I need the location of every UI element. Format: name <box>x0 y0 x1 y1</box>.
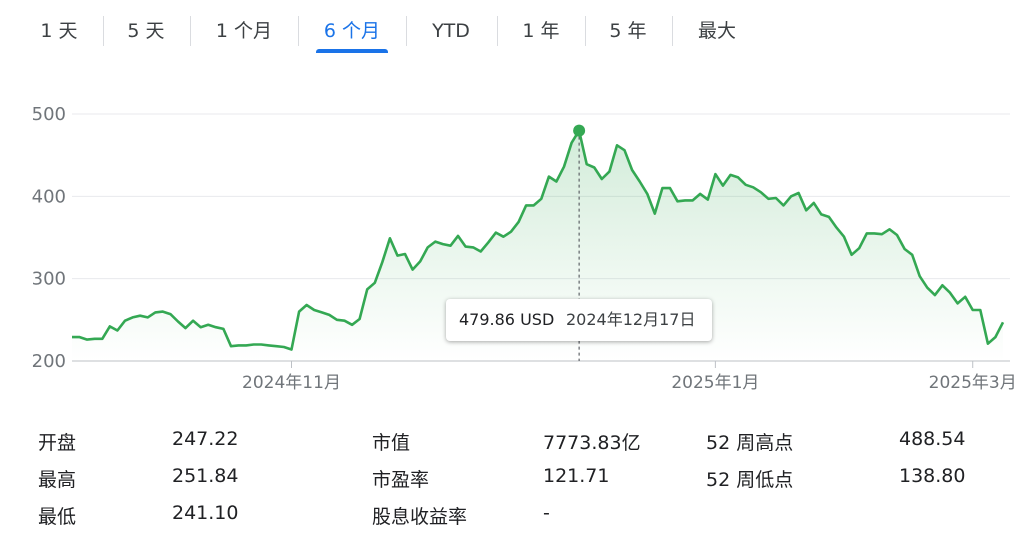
stat-52wk-low-label: 52 周低点 <box>706 469 794 491</box>
stat-market-cap-label: 市值 <box>372 432 411 454</box>
stat-dividend-yield-value: - <box>543 502 550 524</box>
tooltip-date: 2024年12月17日 <box>566 310 696 329</box>
tab-ytd[interactable]: YTD <box>420 0 482 52</box>
stats-row: 开盘 247.22 市值 7773.83亿 52 周高点 488.54 <box>0 428 1033 464</box>
stat-low-value: 241.10 <box>172 502 239 524</box>
y-axis-ticks: 200 300 400 500 <box>32 104 66 372</box>
tab-separator <box>298 16 299 46</box>
x-tick-label: 2025年3月 <box>929 373 1017 393</box>
tab-separator <box>103 16 104 46</box>
tab-max[interactable]: 最大 <box>688 0 746 52</box>
stat-low-label: 最低 <box>38 506 77 528</box>
y-tick-label: 300 <box>32 269 66 290</box>
stat-open-label: 开盘 <box>38 432 77 454</box>
tab-separator <box>497 16 498 46</box>
stat-market-cap-value: 7773.83亿 <box>543 432 641 454</box>
x-tick-label: 2025年1月 <box>671 373 759 393</box>
tab-separator <box>672 16 673 46</box>
stat-open-value: 247.22 <box>172 428 239 450</box>
y-tick-label: 500 <box>32 104 66 125</box>
stat-pe-value: 121.71 <box>543 465 610 487</box>
tab-1-year[interactable]: 1 年 <box>512 0 570 52</box>
stats-row: 最低 241.10 股息收益率 - <box>0 502 1033 538</box>
tab-5-year[interactable]: 5 年 <box>599 0 657 52</box>
time-range-tabs: 1 天 5 天 1 个月 6 个月 YTD 1 年 5 年 最大 <box>0 0 1033 56</box>
y-tick-label: 200 <box>32 351 66 372</box>
tooltip-price: 479.86 USD <box>459 310 555 329</box>
tab-1-day[interactable]: 1 天 <box>30 0 88 52</box>
y-tick-label: 400 <box>32 186 66 207</box>
stat-pe-label: 市盈率 <box>372 469 430 491</box>
x-tick-label: 2024年11月 <box>242 373 341 393</box>
stats-row: 最高 251.84 市盈率 121.71 52 周低点 138.80 <box>0 465 1033 501</box>
stat-dividend-yield-label: 股息收益率 <box>372 506 468 528</box>
tab-separator <box>585 16 586 46</box>
tab-6-month[interactable]: 6 个月 <box>316 0 388 53</box>
active-tab-indicator <box>316 49 388 53</box>
price-tooltip: 479.86 USD 2024年12月17日 <box>446 299 712 341</box>
x-axis-ticks: 2024年11月 2025年1月 2025年3月 <box>242 361 1017 393</box>
tab-1-month[interactable]: 1 个月 <box>205 0 283 52</box>
stat-high-value: 251.84 <box>172 465 239 487</box>
price-chart[interactable]: 200 300 400 500 2024年11月 2025年1月 2025年3月 <box>0 60 1033 400</box>
stat-52wk-low-value: 138.80 <box>899 465 966 487</box>
tab-separator <box>190 16 191 46</box>
tab-separator <box>406 16 407 46</box>
stat-high-label: 最高 <box>38 469 77 491</box>
hover-point-marker <box>573 124 586 137</box>
tab-6-month-label: 6 个月 <box>323 20 381 42</box>
tab-5-day[interactable]: 5 天 <box>117 0 175 52</box>
stat-52wk-high-label: 52 周高点 <box>706 432 794 454</box>
stat-52wk-high-value: 488.54 <box>899 428 966 450</box>
